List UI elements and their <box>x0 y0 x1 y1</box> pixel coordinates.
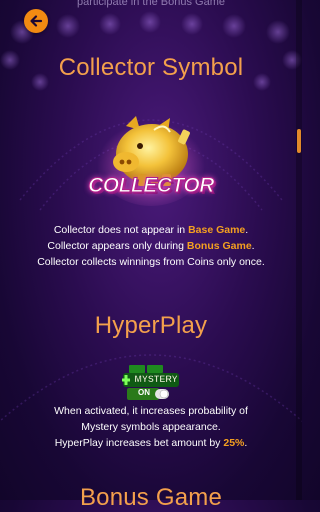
bet-increase-highlight: 25% <box>223 437 245 449</box>
collector-title: Collector Symbol <box>58 54 244 81</box>
previous-section-text: participate in the Bonus Game <box>77 0 225 8</box>
base-game-highlight: Base Game <box>188 224 246 236</box>
scroll-thumb[interactable] <box>297 129 301 153</box>
collector-icon-label: COLLECTOR <box>88 174 215 198</box>
hyperplay-description: When activated, it increases probability… <box>10 403 292 451</box>
hyperplay-line-1: When activated, it increases probability… <box>54 405 248 417</box>
hyperplay-line-2: Mystery symbols appearance. <box>81 421 221 433</box>
hyperplay-title: HyperPlay <box>94 312 208 339</box>
back-button[interactable] <box>24 9 48 33</box>
scrollbar[interactable] <box>296 0 302 500</box>
bonus-game-highlight: Bonus Game <box>186 240 252 252</box>
collector-line-1: Collector does not appear in Base Game. <box>53 224 249 236</box>
hyperplay-toggle-label: ON <box>138 388 150 397</box>
collector-line-3: Collector collects winnings from Coins o… <box>37 256 265 268</box>
hyperplay-line-3: HyperPlay increases bet amount by 25%. <box>54 437 248 449</box>
collector-line-2: Collector appears only during Bonus Game… <box>47 240 255 252</box>
arrow-left-icon <box>30 15 43 27</box>
hyperplay-icon-label: MYSTERY <box>134 374 178 384</box>
collector-description: Collector does not appear in Base Game. … <box>10 222 292 270</box>
bonus-game-title: Bonus Game <box>79 484 223 511</box>
